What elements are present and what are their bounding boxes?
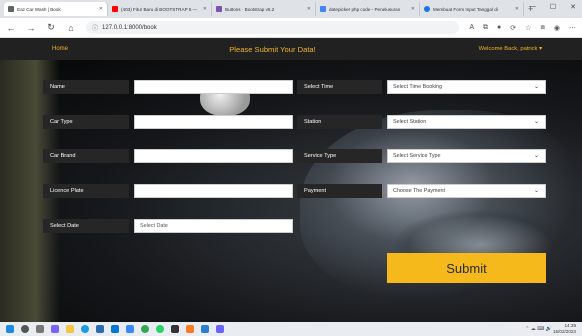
select-date-label: Select Date: [43, 219, 129, 233]
name-input[interactable]: [134, 80, 293, 94]
close-icon[interactable]: ✕: [203, 6, 207, 12]
close-icon[interactable]: ✕: [99, 6, 103, 12]
chevron-down-icon: ⌄: [533, 84, 539, 90]
tab-label: datepicker php code - Penelusuran: [329, 6, 401, 12]
url-input[interactable]: ⓘ 127.0.0.1:8000/book: [86, 21, 460, 34]
forward-icon[interactable]: →: [26, 23, 36, 33]
chrome-icon[interactable]: [141, 325, 149, 333]
tab-label: Eaz Car Wash | Book: [17, 6, 61, 12]
window-controls: — ☐ ✕: [529, 3, 576, 11]
browser-tab[interactable]: Buttons · Bootstrap v5.2 ✕: [212, 2, 316, 16]
windows-start-icon[interactable]: [6, 325, 14, 333]
address-bar-row: ← → ↻ ⌂ ⓘ 127.0.0.1:8000/book A ⧉ ● ⟳ ☆ …: [0, 18, 582, 38]
close-icon[interactable]: ✕: [411, 6, 415, 12]
collections-icon[interactable]: ⧈: [540, 24, 544, 32]
select-date-input[interactable]: Select Date: [134, 219, 293, 233]
close-icon[interactable]: ✕: [307, 6, 311, 12]
file-explorer-icon[interactable]: [66, 325, 74, 333]
station-label: Station: [297, 115, 382, 129]
edge-icon[interactable]: [81, 325, 89, 333]
user-menu[interactable]: Welcome Back, patrick ▾: [479, 46, 542, 52]
search-icon[interactable]: [21, 325, 29, 333]
tab-actions-icon[interactable]: ⧉: [483, 24, 488, 32]
tab-label: (403) Fitur Baru di BOOTSTRAP 5 —: [121, 6, 198, 12]
station-dropdown[interactable]: Select Station ⌄: [387, 115, 546, 129]
chevron-down-icon: ⌄: [533, 188, 539, 194]
favorites-icon[interactable]: ☆: [525, 24, 531, 32]
reload-icon[interactable]: ↻: [46, 22, 56, 33]
browser-tab[interactable]: Membuat Form Input Tanggal di ✕: [420, 2, 524, 16]
whatsapp-icon[interactable]: [156, 325, 164, 333]
profile-icon[interactable]: ◉: [554, 24, 560, 32]
car-brand-label: Car Brand: [43, 149, 129, 163]
submit-button[interactable]: Submit: [387, 253, 546, 283]
service-type-value: Select Service Type: [393, 153, 441, 159]
payment-value: Choose The Payment: [393, 188, 446, 194]
system-tray[interactable]: ⌃ ☁ ⌨ 🔊: [525, 326, 552, 332]
os-taskbar: ⌃ ☁ ⌨ 🔊 14:39 15/02/2023: [0, 322, 582, 336]
licence-plate-label: Licence Plate: [43, 184, 129, 198]
caret-down-icon: ▾: [539, 46, 542, 52]
station-value: Select Station: [393, 119, 427, 125]
google-icon: [320, 6, 326, 12]
more-icon[interactable]: ⋯: [569, 24, 576, 32]
car-type-label: Car Type: [43, 115, 129, 129]
browser-tab[interactable]: (403) Fitur Baru di BOOTSTRAP 5 — ✕: [108, 2, 212, 16]
read-aloud-icon[interactable]: A: [469, 24, 474, 32]
select-time-label: Select Time: [297, 80, 382, 94]
close-icon[interactable]: ✕: [515, 6, 519, 12]
browser-tab[interactable]: Eaz Car Wash | Book ✕: [4, 2, 108, 16]
extension-icon[interactable]: ●: [497, 24, 501, 32]
app-icon[interactable]: [216, 325, 224, 333]
refresh-extension-icon[interactable]: ⟳: [510, 24, 516, 32]
home-icon[interactable]: ⌂: [66, 23, 76, 33]
clock[interactable]: 14:39 15/02/2023: [553, 323, 576, 335]
app-icon[interactable]: [201, 325, 209, 333]
car-brand-input[interactable]: [134, 149, 293, 163]
car-type-input[interactable]: [134, 115, 293, 129]
payment-label: Payment: [297, 184, 382, 198]
site-navbar: Home Please Submit Your Data! Welcome Ba…: [0, 38, 582, 60]
page-title: Please Submit Your Data!: [229, 44, 316, 54]
back-icon[interactable]: ←: [6, 23, 16, 33]
info-icon[interactable]: ⓘ: [92, 23, 98, 32]
browser-tab-bar: Eaz Car Wash | Book ✕ (403) Fitur Baru d…: [0, 0, 582, 18]
mail-icon[interactable]: [126, 325, 134, 333]
youtube-icon: [112, 6, 118, 12]
name-label: Name: [43, 80, 129, 94]
browser-toolbar: A ⧉ ● ⟳ ☆ ⧈ ◉ ⋯: [469, 24, 576, 32]
tab-label: Buttons · Bootstrap v5.2: [225, 6, 275, 12]
terminal-icon[interactable]: [171, 325, 179, 333]
clock-date: 15/02/2023: [553, 329, 576, 334]
vscode-icon[interactable]: [111, 325, 119, 333]
service-type-label: Service Type: [297, 149, 382, 163]
browser-tab[interactable]: datepicker php code - Penelusuran ✕: [316, 2, 420, 16]
tab-label: Membuat Form Input Tanggal di: [433, 6, 498, 12]
payment-dropdown[interactable]: Choose The Payment ⌄: [387, 184, 546, 198]
select-time-value: Select Time Booking: [393, 84, 443, 90]
minimize-icon[interactable]: —: [529, 3, 536, 11]
xampp-icon[interactable]: [186, 325, 194, 333]
select-time-dropdown[interactable]: Select Time Booking ⌄: [387, 80, 546, 94]
service-type-dropdown[interactable]: Select Service Type ⌄: [387, 149, 546, 163]
close-window-icon[interactable]: ✕: [570, 3, 576, 11]
chevron-down-icon: ⌄: [533, 119, 539, 125]
page-icon: [8, 6, 14, 12]
task-view-icon[interactable]: [36, 325, 44, 333]
globe-icon: [424, 6, 430, 12]
store-icon[interactable]: [96, 325, 104, 333]
licence-plate-input[interactable]: [134, 184, 293, 198]
chat-icon[interactable]: [51, 325, 59, 333]
user-greeting: Welcome Back, patrick: [478, 46, 538, 52]
url-text: 127.0.0.1:8000/book: [102, 24, 157, 31]
chevron-down-icon: ⌄: [533, 153, 539, 159]
maximize-icon[interactable]: ☐: [550, 3, 556, 11]
bootstrap-icon: [216, 6, 222, 12]
